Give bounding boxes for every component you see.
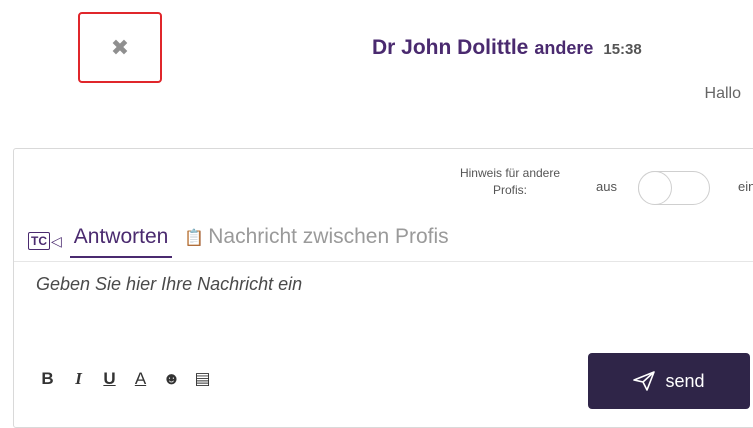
message-author[interactable]: Dr John Dolittle <box>372 36 528 59</box>
tab-internal-note[interactable]: 📋 Nachricht zwischen Profis <box>180 224 452 258</box>
send-label: send <box>665 370 705 391</box>
message-composer: Hinweis für andere Profis: aus ein TC ◁ … <box>13 148 753 428</box>
message-header: Dr John Dolittle andere 15:38 <box>372 36 642 60</box>
chat-tail-icon: ◁ <box>51 232 62 249</box>
underline-icon[interactable]: U <box>94 369 125 389</box>
message-role: andere <box>534 38 594 58</box>
text-color-icon[interactable]: A <box>125 369 156 389</box>
message-input[interactable]: Geben Sie hier Ihre Nachricht ein <box>36 274 736 295</box>
tc-chat-icon: TC ◁ <box>28 232 62 250</box>
tc-icon-text: TC <box>28 232 50 250</box>
italic-icon[interactable]: I <box>63 369 94 389</box>
list-icon[interactable]: ▤ <box>187 369 218 389</box>
close-icon[interactable]: ✖ <box>111 36 129 59</box>
emoji-icon[interactable]: ☻ <box>156 369 187 389</box>
tabs-divider <box>14 261 753 262</box>
toggle-off-label: aus <box>596 179 617 194</box>
composer-tabs: TC ◁ Antworten 📋 Nachricht zwischen Profi… <box>28 224 461 258</box>
tab-reply[interactable]: Antworten <box>69 224 173 258</box>
toggle-on-label: ein <box>738 179 753 194</box>
tab-internal-note-label: Nachricht zwischen Profis <box>208 225 449 248</box>
hint-label: Hinweis für andere Profis: <box>459 166 561 197</box>
message-text: Hallo <box>704 85 741 102</box>
paper-plane-icon <box>633 371 656 391</box>
message-time: 15:38 <box>603 41 642 58</box>
clipboard-icon: 📋 <box>184 230 205 247</box>
toggle-knob[interactable] <box>638 171 672 205</box>
format-toolbar: B I U A ☻ ▤ <box>32 369 218 389</box>
close-button-highlight[interactable]: ✖ <box>78 12 162 83</box>
send-button[interactable]: send <box>588 353 750 409</box>
hint-toggle[interactable] <box>638 171 710 205</box>
bold-icon[interactable]: B <box>32 369 63 389</box>
